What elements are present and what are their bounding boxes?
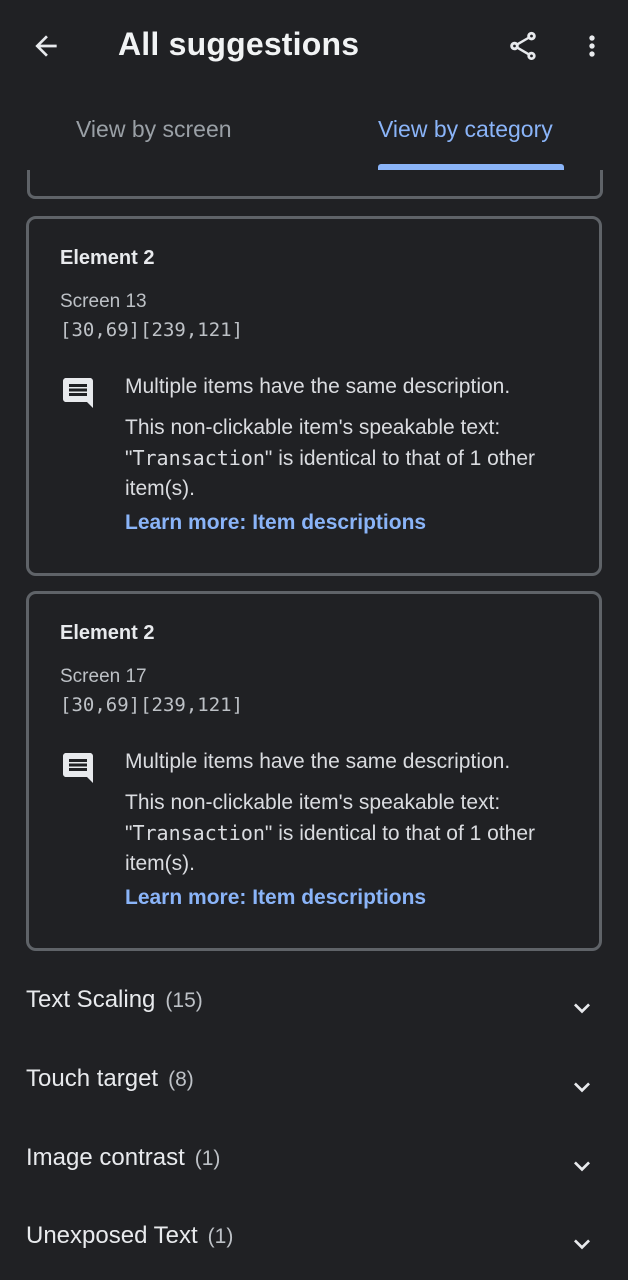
speakable-text: Transaction: [132, 446, 265, 470]
more-vert-icon: [589, 35, 595, 57]
screen-label: Screen 13: [60, 291, 147, 312]
chevron-down-icon[interactable]: [566, 1071, 598, 1103]
learn-more-link[interactable]: Learn more: Item descriptions: [125, 511, 426, 535]
category-count: (15): [165, 989, 203, 1012]
more-options-button[interactable]: [568, 22, 616, 70]
suggestion-card[interactable]: Element 2 Screen 17 [30,69][239,121] Mul…: [26, 591, 602, 951]
issue-description: This non-clickable item's speakable text…: [125, 788, 565, 879]
chevron-down-icon[interactable]: [566, 1228, 598, 1260]
share-icon: [510, 31, 536, 61]
category-count: (8): [168, 1068, 194, 1091]
comment-icon: [63, 753, 93, 783]
suggestions-list[interactable]: Element 2 Screen 13 [30,69][239,121] Mul…: [0, 170, 628, 1280]
category-name: Image contrast: [26, 1144, 185, 1171]
category-count: (1): [207, 1225, 234, 1248]
tab-bar: View by screen View by category: [0, 96, 628, 170]
category-name: Unexposed Text: [26, 1222, 198, 1249]
share-button[interactable]: [499, 22, 547, 70]
tab-view-by-screen[interactable]: View by screen: [76, 116, 232, 143]
category-label: Image contrast (1): [26, 1144, 220, 1172]
partial-card-above: [27, 170, 603, 199]
app-bar: All suggestions: [0, 0, 628, 92]
element-title: Element 2: [60, 247, 155, 269]
learn-more-link[interactable]: Learn more: Item descriptions: [125, 886, 426, 910]
category-label: Unexposed Text (1): [26, 1222, 233, 1250]
category-row-unexposed-text[interactable]: Unexposed Text (1): [0, 1210, 628, 1272]
comment-icon: [63, 378, 93, 408]
issue-title: Multiple items have the same description…: [125, 750, 511, 773]
page-title: All suggestions: [118, 26, 360, 62]
back-button[interactable]: [22, 22, 70, 70]
category-row-image-contrast[interactable]: Image contrast (1): [0, 1132, 628, 1194]
suggestion-card[interactable]: Element 2 Screen 13 [30,69][239,121] Mul…: [26, 216, 602, 576]
category-row-text-scaling[interactable]: Text Scaling (15): [0, 974, 628, 1036]
issue-description: This non-clickable item's speakable text…: [125, 413, 565, 504]
element-bounds: [30,69][239,121]: [60, 319, 244, 341]
category-name: Touch target: [26, 1065, 159, 1092]
chevron-down-icon[interactable]: [566, 1150, 598, 1182]
category-label: Text Scaling (15): [26, 986, 203, 1014]
element-title: Element 2: [60, 622, 155, 644]
arrow-back-icon: [35, 35, 57, 57]
chevron-down-icon[interactable]: [566, 992, 598, 1024]
category-label: Touch target (8): [26, 1065, 194, 1093]
issue-title: Multiple items have the same description…: [125, 375, 511, 398]
element-bounds: [30,69][239,121]: [60, 694, 244, 716]
screen-label: Screen 17: [60, 666, 147, 687]
speakable-text: Transaction: [132, 821, 265, 845]
tab-view-by-category[interactable]: View by category: [378, 116, 553, 143]
category-count: (1): [194, 1147, 221, 1170]
category-row-touch-target[interactable]: Touch target (8): [0, 1053, 628, 1115]
category-name: Text Scaling: [26, 986, 156, 1013]
